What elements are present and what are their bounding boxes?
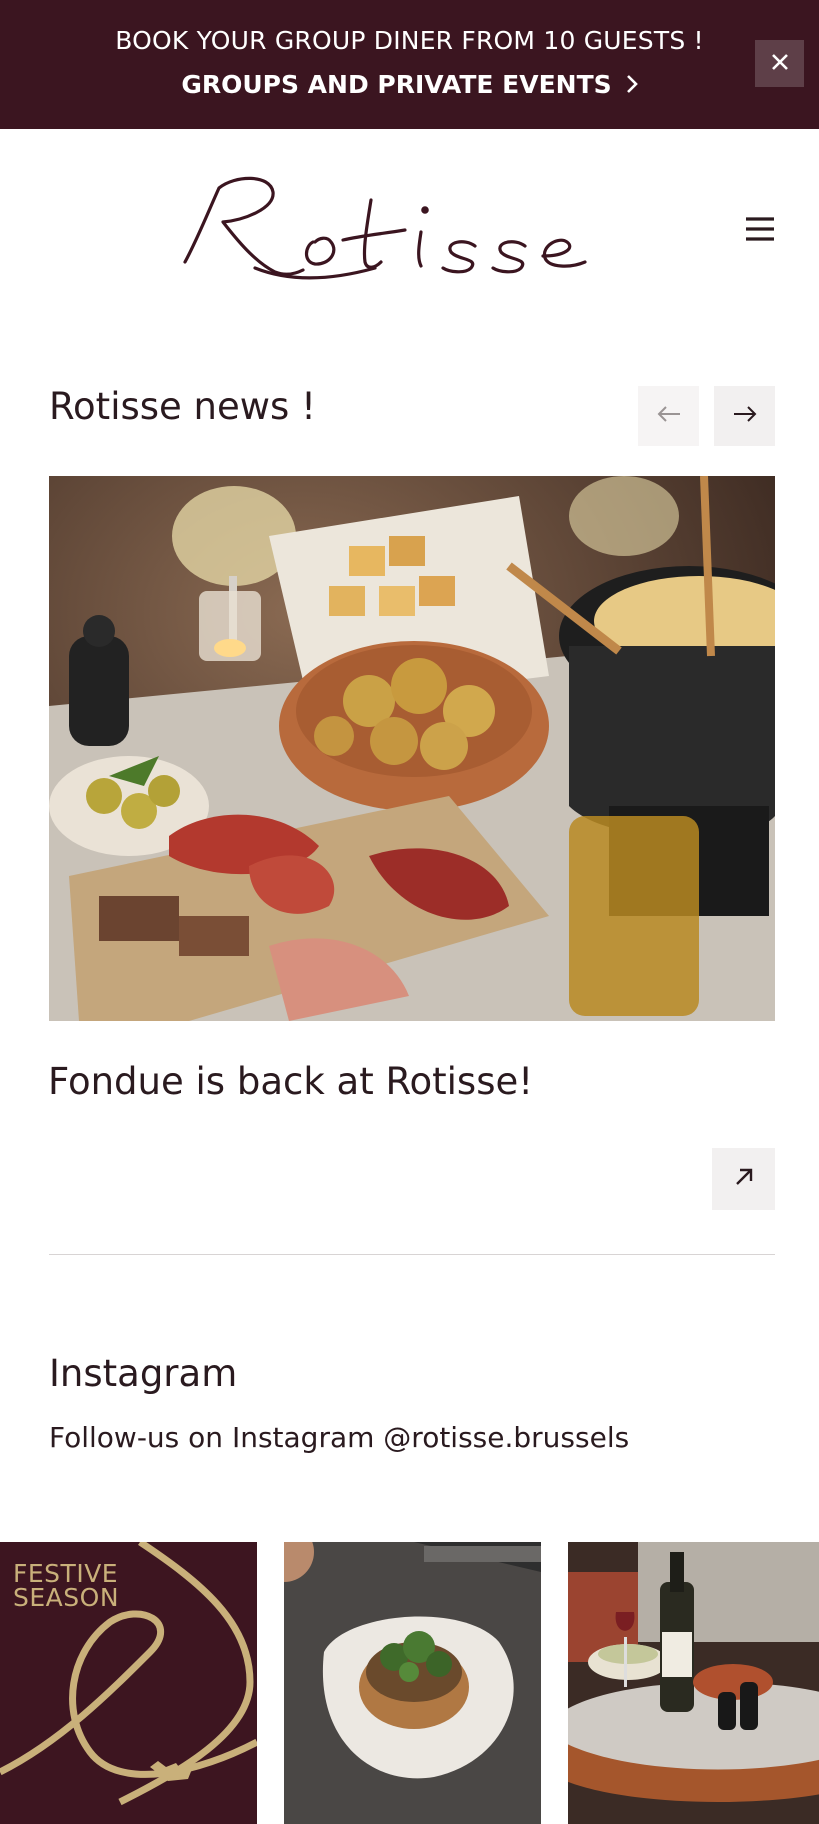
groups-events-label: GROUPS AND PRIVATE EVENTS — [181, 70, 612, 99]
instagram-post-3[interactable] — [568, 1542, 819, 1824]
section-divider — [49, 1254, 775, 1255]
arrow-right-icon — [732, 405, 758, 427]
news-prev-button[interactable] — [638, 386, 699, 446]
arrow-left-icon — [656, 405, 682, 427]
news-section-title: Rotisse news ! — [49, 385, 316, 428]
hamburger-menu-icon — [740, 217, 780, 250]
menu-button[interactable] — [740, 212, 780, 246]
instagram-follow-text: Follow-us on Instagram @rotisse.brussels — [49, 1421, 630, 1454]
news-article-headline[interactable]: Fondue is back at Rotisse! — [48, 1060, 533, 1103]
rotisse-logo[interactable] — [175, 170, 645, 290]
open-article-button[interactable] — [712, 1148, 775, 1210]
instagram-section-title: Instagram — [49, 1352, 238, 1395]
news-next-button[interactable] — [714, 386, 775, 446]
close-banner-button[interactable] — [755, 40, 804, 87]
close-icon — [770, 52, 790, 76]
groups-events-link[interactable]: GROUPS AND PRIVATE EVENTS — [0, 70, 819, 100]
festive-season-text: FESTIVE SEASON — [13, 1559, 120, 1612]
banner-promo-text: BOOK YOUR GROUP DINER FROM 10 GUESTS ! — [115, 26, 704, 55]
arrow-up-right-icon — [733, 1166, 755, 1192]
announcement-banner: BOOK YOUR GROUP DINER FROM 10 GUESTS ! G… — [0, 0, 819, 129]
instagram-post-1[interactable]: FESTIVE SEASON — [0, 1542, 257, 1824]
news-article-image[interactable] — [49, 476, 775, 1021]
chevron-right-icon — [626, 71, 638, 100]
instagram-post-2[interactable] — [284, 1542, 541, 1824]
